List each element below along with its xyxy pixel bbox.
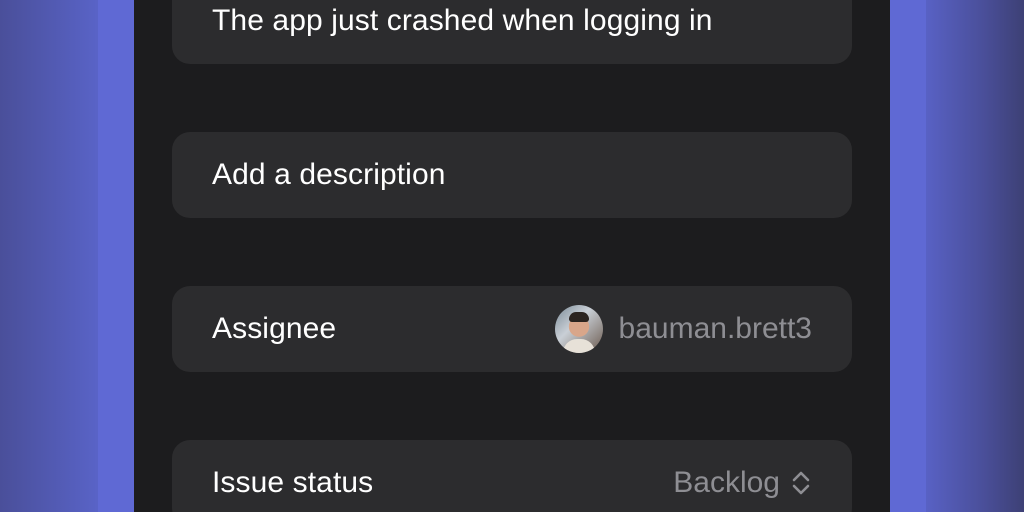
issue-status-value: Backlog — [673, 466, 780, 499]
chevron-up-down-icon — [792, 471, 810, 495]
issue-status-picker[interactable]: Backlog — [673, 466, 812, 500]
issue-title-text: The app just crashed when logging in — [212, 4, 713, 37]
assignee-label: Assignee — [212, 312, 337, 345]
issue-title-field[interactable]: The app just crashed when logging in — [172, 0, 852, 64]
issue-description-field[interactable]: Add a description — [172, 132, 852, 218]
issue-status-label: Issue status — [212, 466, 374, 499]
assignee-row[interactable]: Assignee bauman.brett3 — [172, 286, 852, 372]
background-strip-left — [98, 0, 134, 512]
issue-description-placeholder: Add a description — [212, 158, 446, 191]
background-strip-right — [890, 0, 926, 512]
assignee-value: bauman.brett3 — [554, 305, 812, 353]
assignee-username: bauman.brett3 — [618, 312, 812, 345]
issue-status-row[interactable]: Issue status Backlog — [172, 440, 852, 512]
avatar — [554, 305, 603, 353]
issue-form-screen: The app just crashed when logging in Add… — [134, 0, 890, 512]
